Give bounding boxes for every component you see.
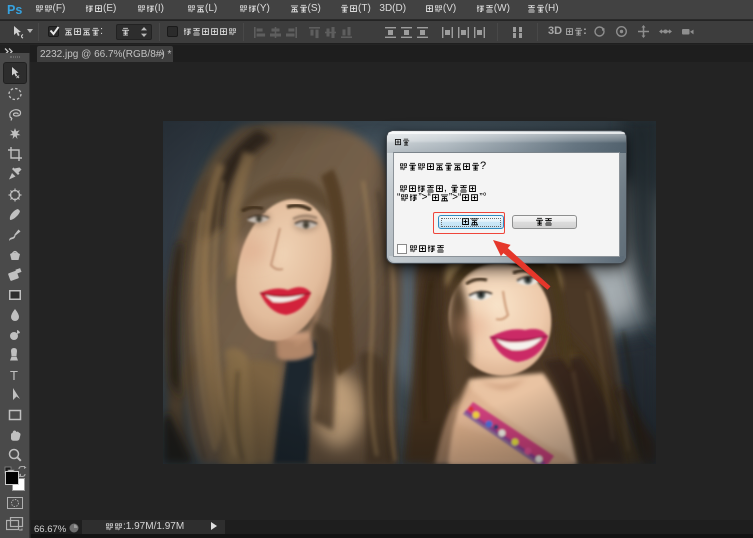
svg-text:T: T (10, 368, 18, 383)
